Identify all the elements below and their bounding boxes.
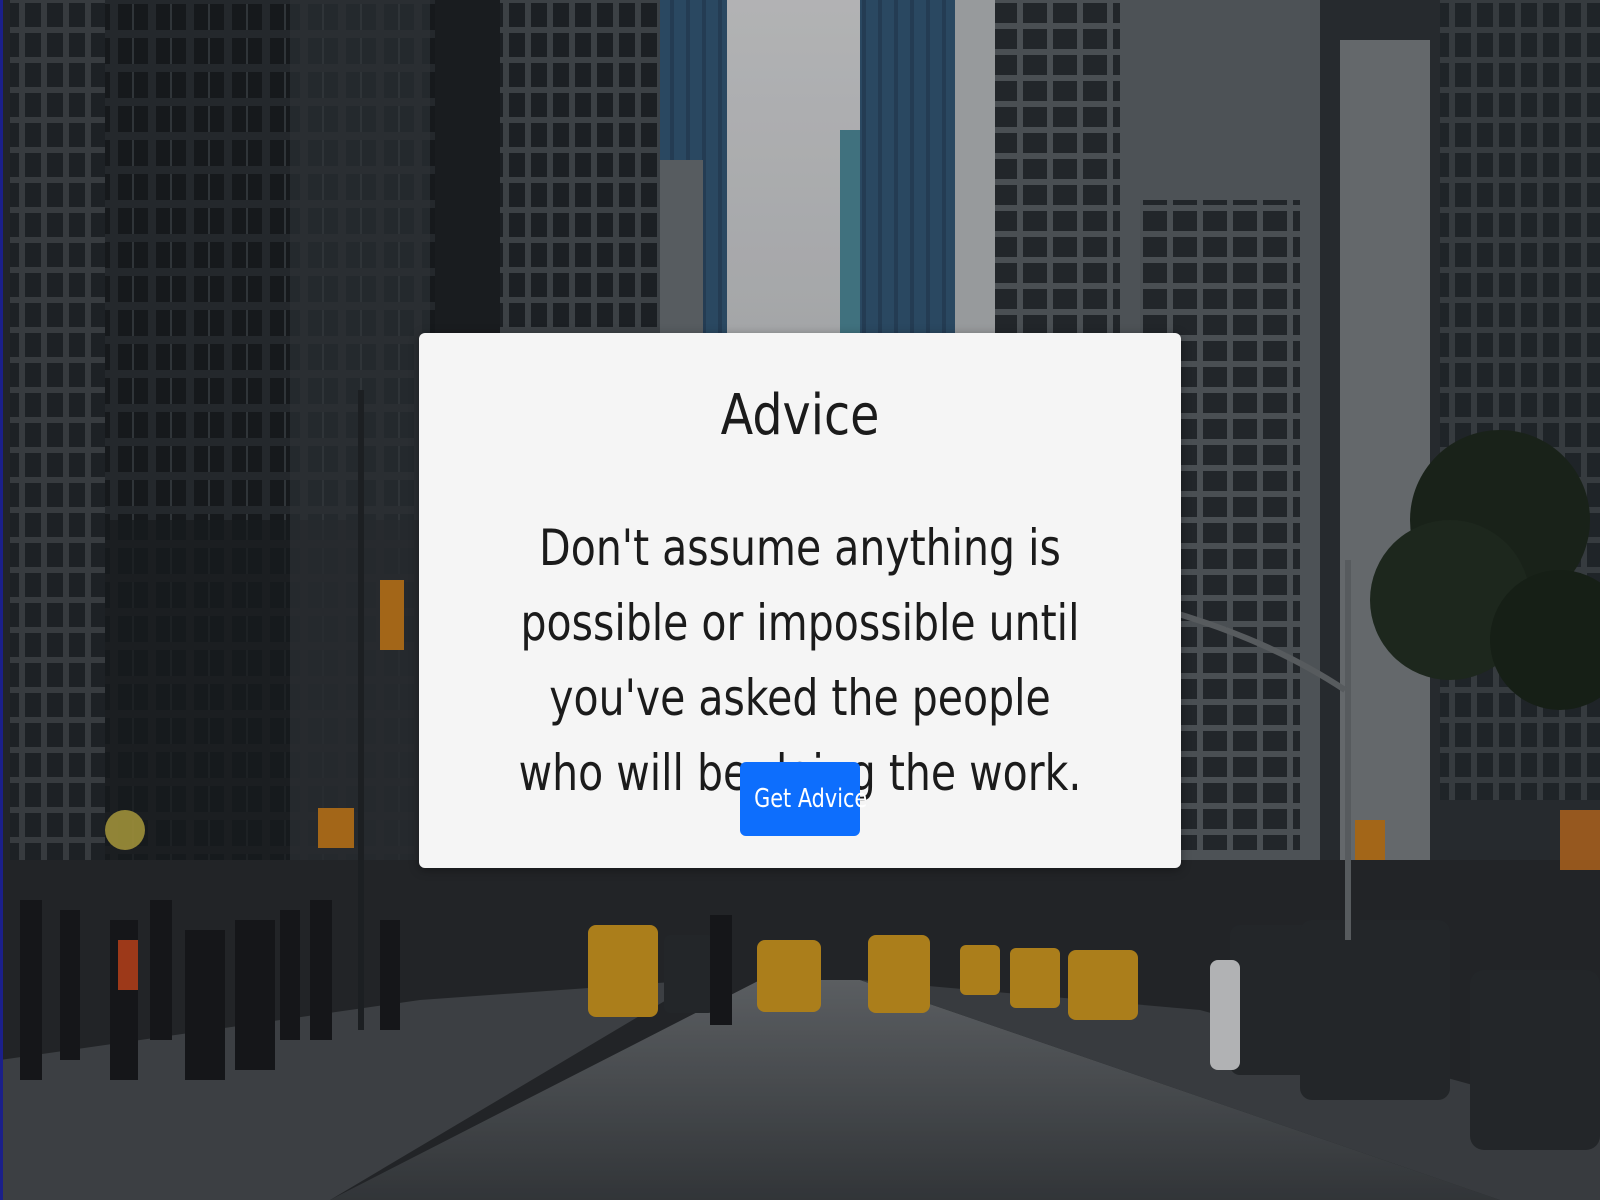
left-edge-bar — [0, 0, 3, 1200]
advice-card: Advice Don't assume anything is possible… — [419, 333, 1181, 868]
get-advice-button[interactable]: Get Advice — [740, 762, 867, 836]
advice-title: Advice — [720, 383, 880, 448]
get-advice-button-label: Get Advice — [754, 784, 868, 814]
